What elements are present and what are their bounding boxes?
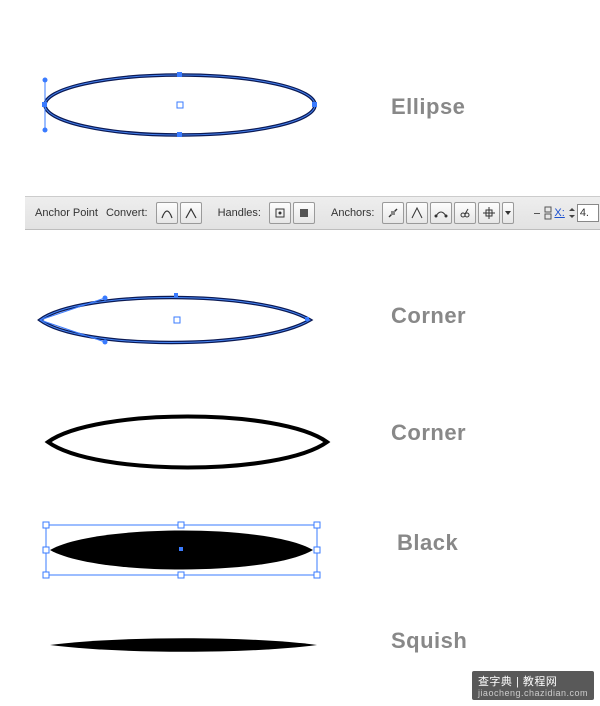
x-field-label: X: bbox=[554, 207, 564, 219]
anchor-point-control-bar: Anchor Point Convert: Handles: Anchors: bbox=[25, 196, 600, 230]
divider-icon bbox=[534, 213, 540, 214]
anchors-cut-button[interactable] bbox=[454, 202, 476, 224]
watermark-sub: jiaocheng.chazidian.com bbox=[478, 688, 588, 698]
anchors-menu-button[interactable] bbox=[502, 202, 514, 224]
label-corner1: Corner bbox=[391, 303, 466, 329]
handles-show-button[interactable] bbox=[269, 202, 291, 224]
corner1-shape bbox=[0, 270, 600, 390]
anchors-align-button[interactable] bbox=[478, 202, 500, 224]
anchor-point-label: Anchor Point bbox=[35, 207, 98, 219]
x-field-input[interactable]: 4. bbox=[577, 204, 599, 222]
link-icon bbox=[544, 206, 552, 220]
anchors-connect-button[interactable] bbox=[430, 202, 452, 224]
convert-label: Convert: bbox=[106, 207, 148, 219]
stepper-icon[interactable] bbox=[567, 206, 577, 220]
convert-corner-button[interactable] bbox=[180, 202, 202, 224]
anchors-label: Anchors: bbox=[331, 207, 374, 219]
ellipse-shape bbox=[0, 0, 600, 200]
black-shape bbox=[0, 510, 600, 590]
squish-shape bbox=[0, 630, 600, 670]
watermark: 查字典 | 教程网 jiaocheng.chazidian.com bbox=[472, 671, 594, 700]
handles-label: Handles: bbox=[218, 207, 261, 219]
anchors-add-button[interactable] bbox=[406, 202, 428, 224]
label-corner2: Corner bbox=[391, 420, 466, 446]
label-ellipse: Ellipse bbox=[391, 94, 465, 120]
handles-hide-button[interactable] bbox=[293, 202, 315, 224]
anchors-remove-button[interactable] bbox=[382, 202, 404, 224]
corner2-shape bbox=[0, 400, 600, 490]
convert-smooth-button[interactable] bbox=[156, 202, 178, 224]
label-black: Black bbox=[397, 530, 458, 556]
label-squish: Squish bbox=[391, 628, 467, 654]
watermark-main: 查字典 | 教程网 bbox=[478, 676, 557, 688]
